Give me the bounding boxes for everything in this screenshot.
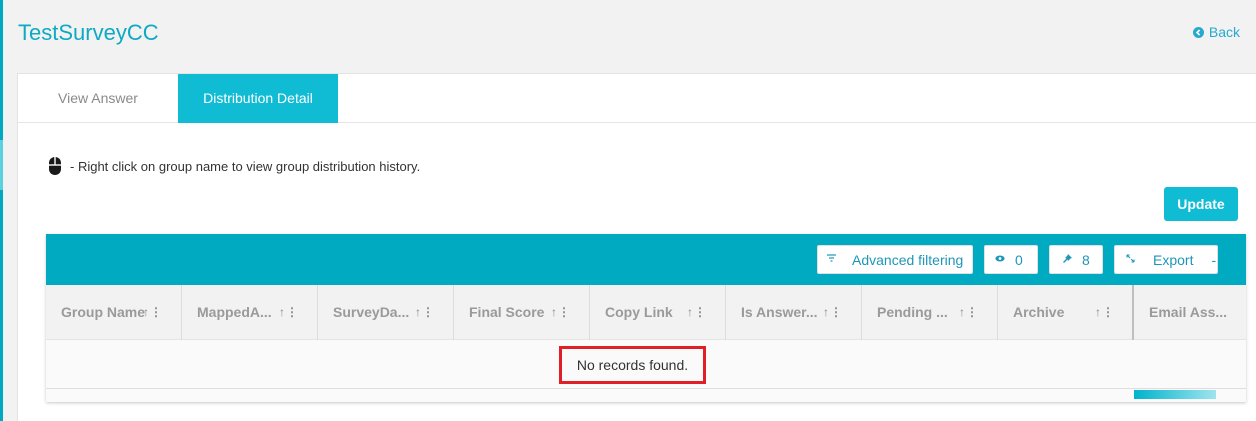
back-circle-icon [1192,26,1204,38]
column-header-label: SurveyDa... [333,304,410,320]
column-header[interactable]: Email Ass... [1134,285,1246,340]
grid-header-row: Group Name ↑⋮ MappedA... ↑⋮ SurveyDa... … [46,285,1246,340]
left-accent-highlight [0,140,3,190]
column-header-label: Final Score [469,304,545,320]
sort-menu-icon[interactable]: ↑⋮ [823,305,843,319]
sort-menu-icon[interactable]: ↑⋮ [687,305,707,319]
left-accent-bar [0,0,3,421]
sort-menu-icon[interactable]: ↑⋮ [415,305,435,319]
horizontal-scrollbar[interactable] [1134,390,1216,399]
column-header[interactable]: Final Score ↑⋮ [454,285,590,340]
advanced-filtering-button[interactable]: Advanced filtering [817,245,973,274]
tab-distribution-detail[interactable]: Distribution Detail [178,74,338,123]
eye-icon [995,254,1005,265]
pin-count: 8 [1082,251,1090,268]
export-button[interactable]: Export - [1114,245,1218,274]
column-header-label: Pending ... [877,304,948,320]
column-header-label: Is Answer... [741,304,818,320]
visible-columns-button[interactable]: 0 [984,245,1038,274]
pin-icon [1063,253,1072,266]
column-header[interactable]: Copy Link ↑⋮ [590,285,726,340]
column-header-label: Archive [1013,304,1065,320]
distribution-grid: Advanced filtering 0 8 Export - Group Na… [46,234,1246,402]
content-panel: View Answer Distribution Detail - Right … [17,73,1256,421]
column-header[interactable]: Pending ... ↑⋮ [862,285,998,340]
empty-state-message: No records found. [559,346,706,384]
back-link[interactable]: Back [1192,24,1240,40]
column-header-label: Group Name [61,304,145,320]
filter-icon [827,254,836,265]
update-button[interactable]: Update [1164,187,1238,221]
export-caret: - [1211,251,1217,268]
sort-menu-icon[interactable]: ↑⋮ [279,305,299,319]
column-header[interactable]: Group Name ↑⋮ [46,285,182,340]
hint-row: - Right click on group name to view grou… [48,156,420,176]
column-header[interactable]: Archive ↑⋮ [998,285,1134,340]
pinned-columns-button[interactable]: 8 [1049,245,1103,274]
grid-bottom-border [46,388,1246,389]
mouse-icon [49,157,61,175]
column-header-label: Copy Link [605,304,673,320]
column-header-label: MappedA... [197,304,272,320]
column-header-label: Email Ass... [1149,304,1228,320]
export-label: Export [1153,251,1194,268]
back-label: Back [1208,24,1240,40]
page-title: TestSurveyCC [18,20,159,45]
column-header[interactable]: Is Answer... ↑⋮ [726,285,862,340]
sort-menu-icon[interactable]: ↑⋮ [551,305,571,319]
sort-menu-icon[interactable]: ↑⋮ [1095,305,1115,319]
grid-toolbar: Advanced filtering 0 8 Export - [46,234,1246,285]
column-header[interactable]: MappedA... ↑⋮ [182,285,318,340]
tab-bar: View Answer Distribution Detail [18,74,1256,123]
sort-menu-icon[interactable]: ↑⋮ [143,305,163,319]
eye-count: 0 [1015,251,1023,268]
column-header[interactable]: SurveyDa... ↑⋮ [318,285,454,340]
advanced-filtering-label: Advanced filtering [852,251,964,268]
export-icon [1126,253,1135,266]
tab-view-answer[interactable]: View Answer [18,74,178,123]
sort-menu-icon[interactable]: ↑⋮ [959,305,979,319]
hint-text: - Right click on group name to view grou… [70,158,421,174]
